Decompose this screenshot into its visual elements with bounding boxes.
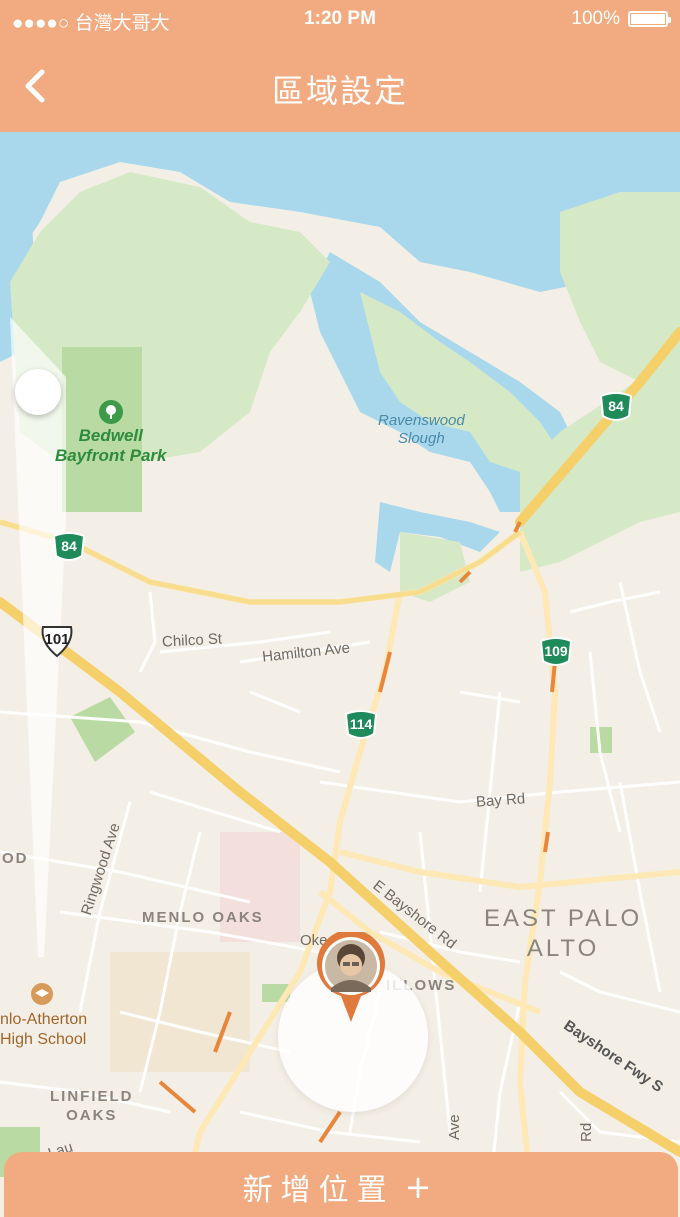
park-label: Bedwell Bayfront Park xyxy=(55,400,166,466)
highway-84-left-number: 84 xyxy=(61,538,77,554)
road-label-bay: Bay Rd xyxy=(475,790,526,811)
plus-icon: + xyxy=(404,1168,440,1206)
user-location-pin[interactable] xyxy=(315,932,387,1024)
battery-status: 100% xyxy=(571,8,671,30)
highway-101-shield: 101 xyxy=(38,624,76,658)
district-linfield-oaks: LINFIELD OAKS xyxy=(50,1088,134,1124)
add-location-button[interactable]: 新增位置 + xyxy=(4,1152,678,1217)
city-label: EAST PALO ALTO xyxy=(484,905,643,962)
highway-109-number: 109 xyxy=(544,643,568,659)
app-screen: ●●●●○ 台灣大哥大 1:20 PM 100% 區域設定 Bedwell Ba… xyxy=(0,0,680,1217)
water-label: Ravenswood Slough xyxy=(378,412,465,447)
battery-icon xyxy=(628,11,671,27)
status-bar: ●●●●○ 台灣大哥大 1:20 PM 100% xyxy=(0,0,680,40)
page-title: 區域設定 xyxy=(271,72,408,110)
district-menlo-oaks: MENLO OAKS xyxy=(142,909,264,926)
road-label-chilco: Chilco St xyxy=(161,630,223,651)
road-label-rd: Rd xyxy=(578,1122,595,1142)
battery-label: 100% xyxy=(571,8,620,29)
highway-84-left-shield: 84 xyxy=(50,530,88,564)
highway-84-number: 84 xyxy=(608,398,624,414)
add-location-label: 新增位置 xyxy=(242,1173,395,1208)
highway-114-shield: 114 xyxy=(342,708,380,742)
road-label-ave: Ave xyxy=(446,1114,463,1140)
map-view[interactable]: Bedwell Bayfront Park Ravenswood Slough … xyxy=(0,132,680,1217)
avatar xyxy=(317,932,385,1022)
school-icon xyxy=(30,982,54,1006)
highway-84-shield: 84 xyxy=(597,390,635,424)
tree-icon xyxy=(98,400,123,424)
school-label: nlo-Atherton High School xyxy=(0,1011,88,1048)
highway-101-number: 101 xyxy=(44,631,70,648)
highway-109-shield: 109 xyxy=(537,635,575,669)
district-od: OD xyxy=(2,850,29,867)
highway-114-number: 114 xyxy=(349,716,373,732)
park-name: Bedwell Bayfront Park xyxy=(55,426,167,465)
navigation-bar: 區域設定 xyxy=(0,40,680,132)
